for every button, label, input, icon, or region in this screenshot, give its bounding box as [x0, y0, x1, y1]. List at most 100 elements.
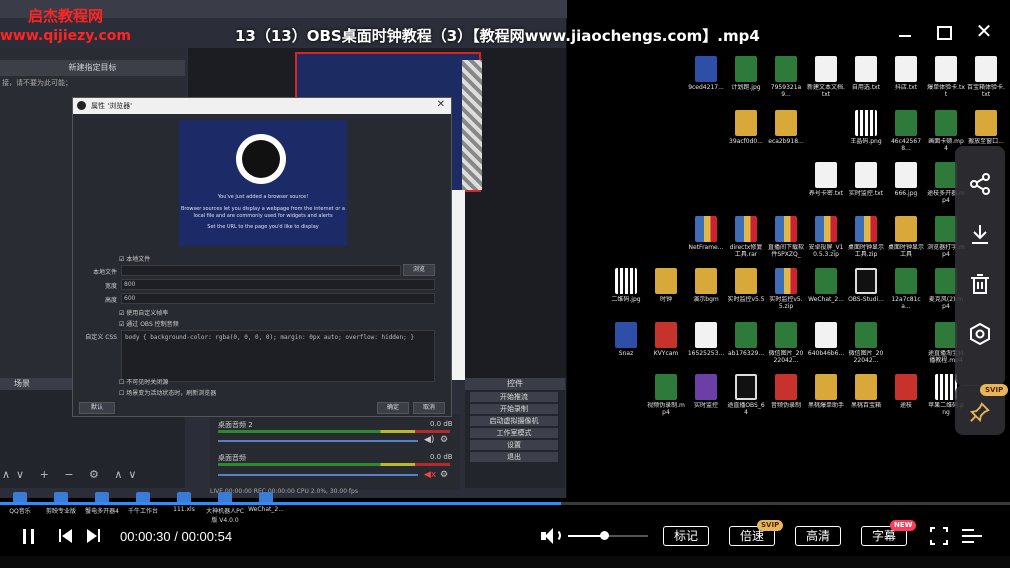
desktop-icon[interactable]: 安卓投屏_V10.5.3.zip — [807, 216, 845, 258]
desktop-icon[interactable]: 9ced4217... — [687, 56, 725, 98]
fullscreen-button[interactable] — [930, 527, 948, 545]
defaults-button[interactable]: 默认 — [79, 402, 115, 414]
desktop-icon[interactable]: 16525253... — [687, 322, 725, 364]
gear-icon[interactable]: ⚙ — [440, 435, 448, 445]
previous-button[interactable] — [56, 526, 76, 546]
file-icon — [695, 216, 717, 242]
desktop-icon-label: 爆单体验卡.txt — [927, 84, 965, 98]
file-icon — [815, 162, 837, 188]
desktop-icon[interactable]: eca2b918... — [767, 110, 805, 152]
desktop-icon[interactable]: 39acf0d0... — [727, 110, 765, 152]
cancel-button[interactable]: 取消 — [413, 402, 445, 414]
dialog-close-button[interactable]: ✕ — [437, 99, 445, 110]
desktop-icon[interactable]: 自用选.txt — [847, 56, 885, 98]
desktop-icon-label: KVYcam — [653, 350, 679, 357]
next-button[interactable] — [84, 526, 104, 546]
volume-knob[interactable] — [600, 531, 609, 540]
mixer-slider[interactable] — [218, 474, 418, 476]
start-streaming-button[interactable]: 开始推流 — [470, 392, 558, 402]
minimize-button[interactable] — [893, 20, 917, 42]
browse-button[interactable]: 浏览 — [403, 264, 435, 276]
shutdown-when-hidden-checkbox[interactable]: 不可见时关闭源 — [119, 377, 168, 386]
video-frame[interactable]: 新建指定目标 接，请不要为此可能； 场景 ∧∨ + − ⚙ ∧∨ 桌面音频 2 … — [0, 0, 1010, 510]
desktop-icon[interactable]: 新建文本文档.txt — [807, 56, 845, 98]
quality-button[interactable]: 高清 — [795, 526, 841, 546]
desktop-icon[interactable]: 直播间下载软件SPXZQ_5... — [767, 216, 805, 258]
local-file-input[interactable] — [121, 265, 401, 276]
custom-css-textarea[interactable]: body { background-color: rgba(0, 0, 0, 0… — [121, 330, 435, 382]
desktop-icon[interactable]: 666.jpg — [887, 162, 925, 204]
speaker-muted-icon[interactable]: ◀x — [424, 470, 436, 480]
desktop-icon[interactable]: 实时监控 — [687, 374, 725, 416]
desktop-icon[interactable]: 爆单体验卡.txt — [927, 56, 965, 98]
exit-button[interactable]: 退出 — [470, 452, 558, 462]
desktop-icon[interactable]: 养号卡密.txt — [807, 162, 845, 204]
virtual-camera-button[interactable]: 启动虚拟摄像机 — [470, 416, 558, 426]
playlist-button[interactable] — [962, 527, 982, 545]
custom-fps-checkbox[interactable]: 使用自定义帧率 — [119, 308, 168, 317]
trash-icon[interactable] — [968, 272, 992, 296]
taskbar-strip: QQ音乐 剪映专业版 蟹电多开器4 千牛工作台 111.xls 大神机器人PC版 V4.0… — [0, 492, 300, 524]
close-button[interactable]: ✕ — [972, 20, 996, 42]
desktop-icon[interactable]: directx修复工具.rar — [727, 216, 765, 258]
start-recording-button[interactable]: 开始录制 — [470, 404, 558, 414]
maximize-button[interactable] — [930, 20, 954, 42]
gear-icon[interactable]: ⚙ — [440, 470, 448, 480]
desktop-icon[interactable]: 抖店.txt — [887, 56, 925, 98]
desktop-icon[interactable]: 7959321a9... — [767, 56, 805, 98]
desktop-icon[interactable]: 计划跑.jpg — [727, 56, 765, 98]
desktop-icon[interactable]: 二维码.jpg — [607, 268, 645, 310]
desktop-icon[interactable]: WeChat_2... — [807, 268, 845, 310]
desktop-icon[interactable]: 微信图片_2022042... — [847, 322, 885, 364]
desktop-icon[interactable]: 黑桃爆单助手 — [807, 374, 845, 416]
file-icon — [735, 374, 757, 400]
desktop-icon-label: 时钟 — [659, 296, 672, 303]
file-icon — [815, 322, 837, 348]
file-icon — [815, 268, 837, 294]
mark-button[interactable]: 标记 — [663, 526, 709, 546]
desktop-icon[interactable]: 实时监控.txt — [847, 162, 885, 204]
pin-icon[interactable] — [969, 401, 991, 423]
desktop-icon[interactable]: ab176329... — [727, 322, 765, 364]
desktop-icon[interactable]: 视频伪录制.mp4 — [647, 374, 685, 416]
desktop-icon[interactable]: Snaz — [607, 322, 645, 364]
settings-hexagon-icon[interactable] — [968, 322, 992, 346]
desktop-icon[interactable]: 途枝 — [887, 374, 925, 416]
desktop-icon[interactable]: 桌面时钟显示工具.zip — [847, 216, 885, 258]
ok-button[interactable]: 确定 — [377, 402, 409, 414]
desktop-icon[interactable]: 时钟 — [647, 268, 685, 310]
download-icon[interactable] — [968, 222, 992, 246]
desktop-icon[interactable]: 王晶码.png — [847, 110, 885, 152]
refresh-on-activate-checkbox[interactable]: 场景变为活动状态时，刷新浏览器 — [119, 388, 216, 397]
desktop-icon[interactable]: 百宝箱体验卡.txt — [967, 56, 1005, 98]
studio-mode-button[interactable]: 工作室模式 — [470, 428, 558, 438]
desktop-icon[interactable]: 实时监控v5.5.zip — [767, 268, 805, 310]
desktop-icon[interactable]: 演示bgm — [687, 268, 725, 310]
desktop-icon[interactable]: 46c425678... — [887, 110, 925, 152]
settings-button[interactable]: 设置 — [470, 440, 558, 450]
file-icon — [695, 268, 717, 294]
desktop-icon[interactable]: KVYcam — [647, 322, 685, 364]
desktop-icon[interactable]: 桌面时钟显示工具 — [887, 216, 925, 258]
desktop-icon-label: 7959321a9... — [770, 84, 802, 98]
pause-button[interactable] — [18, 526, 40, 548]
local-file-checkbox[interactable]: 本地文件 — [119, 254, 150, 263]
desktop-icon[interactable]: 12a7c81ca... — [887, 268, 925, 310]
mixer-slider[interactable] — [218, 440, 418, 442]
desktop-icon[interactable]: 微信图片_2022042... — [767, 322, 805, 364]
desktop-icon[interactable]: 黑桃百宝箱 — [847, 374, 885, 416]
taskbar-app[interactable]: 大神机器人PC版 V4.0.0 — [205, 492, 245, 524]
file-icon — [735, 216, 757, 242]
desktop-icon[interactable]: OBS-Studi... — [847, 268, 885, 310]
desktop-icon-label: 微信图片_2022042... — [848, 350, 884, 364]
share-icon[interactable] — [968, 172, 992, 196]
desktop-icon[interactable]: 音频伪录制 — [767, 374, 805, 416]
desktop-icon[interactable]: 途直播OBS_64 — [727, 374, 765, 416]
height-input[interactable]: 600 — [121, 293, 435, 304]
desktop-icon[interactable]: NetFrame... — [687, 216, 725, 258]
desktop-icon[interactable]: 640b46b6... — [807, 322, 845, 364]
width-input[interactable]: 800 — [121, 279, 435, 290]
desktop-icon[interactable]: 实时监控v5.5 — [727, 268, 765, 310]
speaker-icon[interactable]: ◀) — [424, 435, 434, 445]
obs-audio-control-checkbox[interactable]: 通过 OBS 控制音频 — [119, 319, 178, 328]
